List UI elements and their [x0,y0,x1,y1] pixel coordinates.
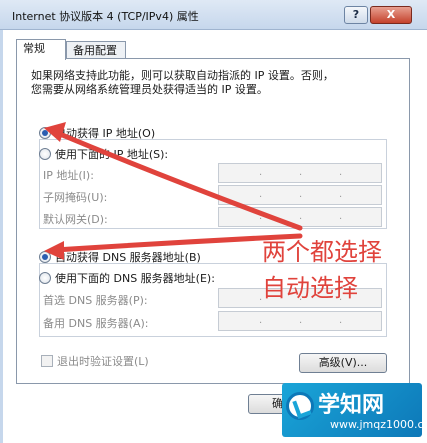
subnet-mask-label: 子网掩码(U): [43,191,108,204]
alternate-dns-label: 备用 DNS 服务器(A): [43,317,149,330]
manual-dns-label: 使用下面的 DNS 服务器地址(E): [55,272,215,285]
manual-ip-radio-row[interactable]: 使用下面的 IP 地址(S): [39,146,168,162]
description-line-2: 您需要从网络系统管理员处获得适当的 IP 设置。 [31,83,268,96]
auto-ip-radio[interactable] [39,127,51,139]
close-button[interactable]: X [370,6,412,24]
title-bar: Internet 协议版本 4 (TCP/IPv4) 属性 ? X [0,0,427,30]
gateway-field[interactable]: ... [218,207,382,227]
ip-address-field[interactable]: ... [218,163,382,183]
subnet-mask-field[interactable]: ... [218,185,382,205]
preferred-dns-label: 首选 DNS 服务器(P): [43,294,148,307]
validate-checkbox-row[interactable]: 退出时验证设置(L) [41,353,149,369]
validate-label: 退出时验证设置(L) [57,355,149,368]
ip-address-label: IP 地址(I): [43,169,94,182]
watermark-url: www.jmqz1000.com [330,418,427,431]
description-line-1: 如果网络支持此功能，则可以获取自动指派的 IP 设置。否则， [31,69,334,82]
gateway-label: 默认网关(D): [43,213,108,226]
manual-dns-radio[interactable] [39,272,51,284]
manual-dns-radio-row[interactable]: 使用下面的 DNS 服务器地址(E): [39,270,215,286]
help-button[interactable]: ? [344,6,368,24]
advanced-button[interactable]: 高级(V)... [299,353,387,373]
manual-ip-radio[interactable] [39,148,51,160]
manual-ip-label: 使用下面的 IP 地址(S): [55,148,169,161]
annotation-line-1: 两个都选择 [262,238,382,266]
window-title: Internet 协议版本 4 (TCP/IPv4) 属性 [12,10,199,23]
validate-checkbox[interactable] [41,355,53,367]
general-panel: 如果网络支持此功能，则可以获取自动指派的 IP 设置。否则， 您需要从网络系统管… [16,58,410,384]
window-left-edge [0,30,3,443]
alternate-dns-field[interactable]: ... [218,311,382,331]
tab-alternate-config[interactable]: 备用配置 [66,41,126,59]
watermark-logo-icon [286,392,314,420]
annotation-line-2: 自动选择 [262,274,358,302]
description: 如果网络支持此功能，则可以获取自动指派的 IP 设置。否则， 您需要从网络系统管… [31,69,334,97]
tab-general[interactable]: 常规 [16,39,66,60]
auto-dns-radio[interactable] [39,251,51,263]
watermark-text: 学知网 [318,393,385,418]
